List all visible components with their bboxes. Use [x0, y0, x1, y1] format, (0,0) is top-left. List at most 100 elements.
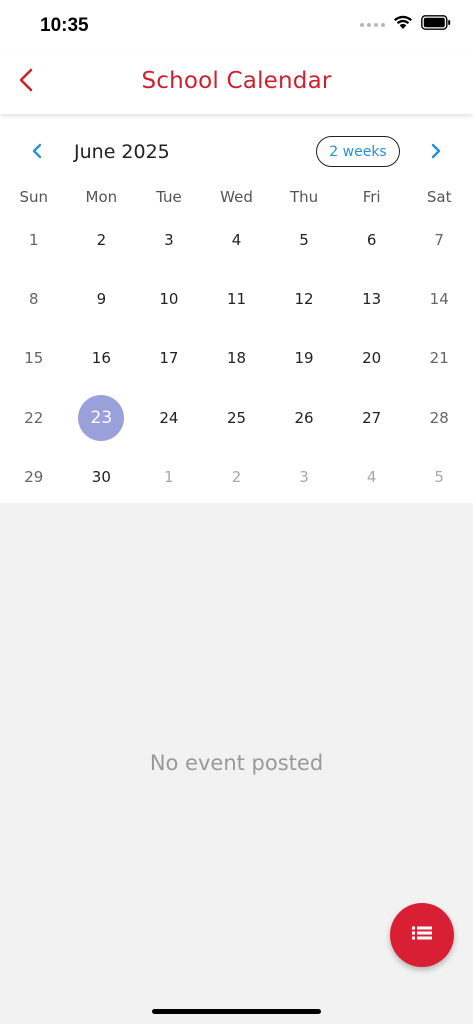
day-cell-outside-month[interactable]: 4 [338, 448, 406, 507]
day-cell-outside-month[interactable]: 3 [270, 448, 338, 507]
day-cell[interactable]: 26 [270, 388, 338, 447]
home-indicator[interactable] [152, 1009, 321, 1014]
status-icons [360, 14, 451, 35]
day-number: 5 [299, 230, 309, 249]
day-number: 10 [159, 290, 179, 309]
day-number: 18 [226, 349, 247, 368]
day-cell[interactable]: 19 [270, 329, 338, 388]
day-cell-outside-month[interactable]: 5 [405, 448, 473, 507]
day-number: 29 [24, 468, 44, 487]
event-list-fab[interactable] [390, 903, 454, 967]
day-number: 1 [29, 230, 39, 249]
day-cell[interactable]: 6 [338, 210, 406, 269]
day-number: 11 [226, 290, 247, 309]
calendar: June 2025 2 weeks Sun Mon Tue Wed Thu Fr… [0, 114, 473, 503]
day-cell[interactable]: 13 [338, 269, 406, 328]
day-number: 4 [366, 468, 377, 487]
weekday-sat: Sat [426, 188, 452, 206]
day-cell[interactable]: 11 [203, 269, 271, 328]
calendar-format-button[interactable]: 2 weeks [316, 136, 400, 167]
week-row: 8 9 10 11 12 13 14 [0, 269, 473, 328]
day-number: 13 [362, 290, 382, 309]
day-number: 30 [91, 468, 111, 487]
day-cell[interactable]: 14 [405, 269, 473, 328]
day-number: 6 [366, 230, 377, 249]
day-number: 17 [159, 349, 179, 368]
page-title: School Calendar [141, 68, 332, 94]
day-cell[interactable]: 2 [68, 210, 136, 269]
weekday-sun: Sun [19, 188, 49, 206]
day-number: 2 [96, 230, 107, 249]
day-cell[interactable]: 17 [135, 329, 203, 388]
day-number: 8 [29, 290, 39, 309]
week-row: 29 30 1 2 3 4 5 [0, 448, 473, 507]
day-cell[interactable]: 5 [270, 210, 338, 269]
status-bar: 10:35 [0, 0, 473, 50]
calendar-month-header: June 2025 2 weeks [0, 114, 473, 186]
day-number: 16 [91, 349, 111, 368]
day-cell[interactable]: 24 [135, 388, 203, 447]
battery-icon [421, 14, 451, 35]
day-number: 1 [164, 468, 174, 487]
day-cell-selected[interactable]: 23 [68, 388, 136, 447]
weekday-wed: Wed [220, 188, 253, 206]
chevron-left-icon [31, 142, 43, 165]
next-month-button[interactable] [423, 140, 449, 166]
previous-month-button[interactable] [24, 140, 50, 166]
day-cell[interactable]: 15 [0, 329, 68, 388]
day-cell[interactable]: 29 [0, 448, 68, 507]
day-number: 15 [24, 349, 44, 368]
day-number: 9 [96, 290, 107, 309]
day-cell[interactable]: 7 [405, 210, 473, 269]
day-number: 26 [294, 408, 314, 427]
day-number: 3 [164, 230, 174, 249]
week-row: 22 23 24 25 26 27 28 [0, 388, 473, 447]
weekday-mon: Mon [85, 188, 118, 206]
day-number: 7 [434, 230, 444, 249]
day-cell[interactable]: 8 [0, 269, 68, 328]
week-row: 15 16 17 18 19 20 21 [0, 329, 473, 388]
day-cell[interactable]: 12 [270, 269, 338, 328]
day-number: 3 [299, 468, 309, 487]
calendar-grid: 1 2 3 4 5 6 7 8 9 10 11 12 13 14 15 16 1… [0, 210, 473, 507]
weekday-header-row: Sun Mon Tue Wed Thu Fri Sat [0, 186, 473, 210]
screen: 10:35 School Calendar June 2025 2 weeks … [0, 0, 473, 1024]
day-number: 4 [231, 230, 242, 249]
day-cell[interactable]: 9 [68, 269, 136, 328]
week-row: 1 2 3 4 5 6 7 [0, 210, 473, 269]
day-cell[interactable]: 20 [338, 329, 406, 388]
day-number: 2 [231, 468, 242, 487]
day-number: 19 [294, 349, 314, 368]
day-number: 25 [226, 408, 247, 427]
month-title: June 2025 [74, 141, 170, 163]
day-number: 14 [429, 290, 449, 309]
list-icon [411, 925, 433, 946]
day-cell[interactable]: 10 [135, 269, 203, 328]
selected-day-number: 23 [78, 394, 125, 441]
day-cell[interactable]: 16 [68, 329, 136, 388]
day-cell[interactable]: 3 [135, 210, 203, 269]
day-number: 20 [362, 349, 382, 368]
status-time: 10:35 [40, 15, 89, 36]
day-number: 21 [429, 349, 449, 368]
day-cell[interactable]: 27 [338, 388, 406, 447]
day-cell[interactable]: 25 [203, 388, 271, 447]
day-number: 22 [24, 408, 44, 427]
day-number: 5 [434, 468, 444, 487]
day-cell[interactable]: 30 [68, 448, 136, 507]
day-cell-outside-month[interactable]: 1 [135, 448, 203, 507]
cellular-signal-icon [360, 22, 385, 27]
weekday-tue: Tue [156, 188, 182, 206]
day-cell[interactable]: 22 [0, 388, 68, 447]
wifi-icon [393, 14, 413, 35]
weekday-fri: Fri [362, 188, 381, 206]
day-cell[interactable]: 4 [203, 210, 271, 269]
day-cell[interactable]: 1 [0, 210, 68, 269]
day-cell[interactable]: 18 [203, 329, 271, 388]
day-number: 27 [362, 408, 382, 427]
day-cell[interactable]: 28 [405, 388, 473, 447]
weekday-thu: Thu [289, 188, 319, 206]
day-number: 24 [159, 408, 179, 427]
day-cell-outside-month[interactable]: 2 [203, 448, 271, 507]
day-cell[interactable]: 21 [405, 329, 473, 388]
